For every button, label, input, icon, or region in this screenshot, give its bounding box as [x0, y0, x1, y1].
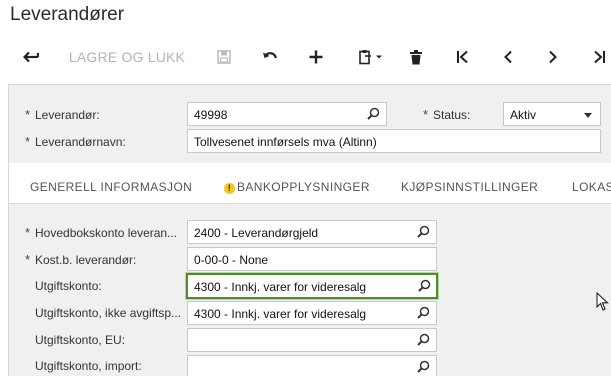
tab-purchase-settings[interactable]: KJØPSINNSTILLINGER: [401, 180, 538, 194]
expense-account-label: Utgiftskonto:: [35, 279, 102, 293]
back-arrow-icon: [23, 51, 39, 63]
save-close-label: LAGRE OG LUKK: [68, 49, 186, 65]
required-mark: *: [25, 252, 31, 267]
status-value: Aktiv: [510, 108, 537, 122]
copy-paste-button[interactable]: [350, 38, 390, 76]
toolbar: LAGRE OG LUKK: [0, 38, 611, 78]
vendor-field[interactable]: 49998: [187, 102, 387, 126]
last-record-button[interactable]: [586, 38, 611, 76]
gl-account-label: * Hovedbokskonto leveran...: [25, 225, 178, 240]
vendor-name-value: Tollvesenet innførsels mva (Altinn): [194, 135, 377, 149]
add-button[interactable]: [302, 38, 330, 76]
expense-account-import-label: Utgiftskonto, import:: [35, 359, 142, 373]
search-icon[interactable]: [417, 225, 430, 241]
expense-account-exempt-label: Utgiftskonto, ikke avgiftsp...: [35, 306, 182, 320]
cost-center-value: 0-00-0 - None: [194, 253, 269, 267]
undo-icon: [262, 51, 278, 63]
gl-account-value: 2400 - Leverandørgjeld: [194, 226, 319, 240]
warning-icon: !: [224, 183, 235, 194]
status-label: * Status:: [423, 107, 471, 122]
status-select[interactable]: Aktiv: [503, 102, 601, 126]
search-icon[interactable]: [418, 279, 431, 295]
page-title: Leverandører: [10, 4, 125, 25]
plus-icon: [309, 50, 323, 64]
gl-account-field[interactable]: 2400 - Leverandørgjeld: [187, 220, 437, 244]
vendor-value: 49998: [194, 108, 228, 122]
expense-account-field[interactable]: 4300 - Innkj. varer for videresalg: [186, 273, 438, 299]
tab-bank[interactable]: ! BANKOPPLYSNINGER: [224, 180, 370, 194]
vendor-name-label: * Leverandørnavn:: [25, 134, 126, 149]
expense-account-exempt-field[interactable]: 4300 - Innkj. varer for videresalg: [187, 301, 437, 325]
undo-button[interactable]: [256, 38, 284, 76]
search-icon[interactable]: [417, 306, 430, 322]
delete-icon: [409, 49, 423, 65]
search-icon[interactable]: [367, 107, 380, 123]
next-button[interactable]: [539, 38, 567, 76]
vendor-name-field[interactable]: Tollvesenet innførsels mva (Altinn): [187, 129, 601, 153]
tab-general[interactable]: GENERELL INFORMASJON: [30, 180, 192, 194]
search-icon[interactable]: [417, 360, 430, 376]
expense-account-import-field[interactable]: [187, 355, 437, 376]
previous-icon: [503, 50, 513, 64]
cost-center-label: * Kost.b. leverandør:: [25, 252, 137, 267]
required-mark: *: [25, 134, 31, 149]
previous-button[interactable]: [494, 38, 522, 76]
next-icon: [548, 50, 558, 64]
tab-locations[interactable]: LOKAS: [572, 180, 611, 194]
delete-button[interactable]: [402, 38, 430, 76]
mouse-cursor-icon: [596, 291, 609, 317]
required-mark: *: [25, 225, 31, 240]
last-record-icon: [592, 50, 606, 64]
first-record-button[interactable]: [449, 38, 477, 76]
save-button[interactable]: [210, 38, 238, 76]
expense-account-exempt-value: 4300 - Innkj. varer for videresalg: [194, 307, 367, 321]
first-record-icon: [456, 50, 470, 64]
expense-account-value: 4300 - Innkj. varer for videresalg: [194, 280, 367, 294]
search-icon[interactable]: [417, 333, 430, 349]
vendor-label: * Leverandør:: [25, 107, 100, 122]
save-close-button[interactable]: LAGRE OG LUKK: [60, 38, 194, 76]
expense-account-eu-label: Utgiftskonto, EU:: [35, 333, 126, 347]
back-button[interactable]: [16, 38, 46, 76]
save-icon: [217, 50, 231, 64]
clipboard-icon: [357, 49, 383, 65]
required-mark: *: [25, 107, 31, 122]
chevron-down-icon: [584, 113, 592, 118]
cost-center-field[interactable]: 0-00-0 - None: [187, 247, 437, 271]
required-mark: *: [423, 107, 429, 122]
expense-account-eu-field[interactable]: [187, 328, 437, 352]
